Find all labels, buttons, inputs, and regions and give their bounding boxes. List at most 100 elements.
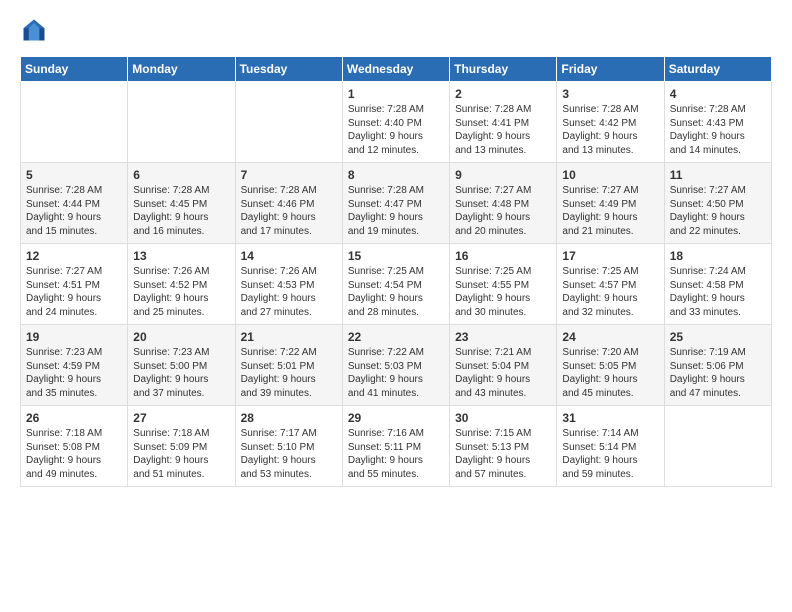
day-cell: 11 Sunrise: 7:27 AM Sunset: 4:50 PM Dayli… <box>664 163 771 244</box>
day-number: 15 <box>348 249 444 263</box>
day-cell <box>235 82 342 163</box>
day-cell: 20Sunrise: 7:23 AM Sunset: 5:00 PM Dayli… <box>128 325 235 406</box>
day-header-thursday: Thursday <box>450 57 557 82</box>
day-number: 27 <box>133 411 229 425</box>
day-cell: 3 Sunrise: 7:28 AM Sunset: 4:42 PM Daylig… <box>557 82 664 163</box>
day-info: Sunrise: 7:23 AM Sunset: 5:00 PM Dayligh… <box>133 346 229 400</box>
day-number: 7 <box>241 168 337 182</box>
logo-icon <box>20 16 48 44</box>
day-number: 23 <box>455 330 551 344</box>
day-cell: 15 Sunrise: 7:25 AM Sunset: 4:54 PM Dayli… <box>342 244 449 325</box>
day-cell: 10 Sunrise: 7:27 AM Sunset: 4:49 PM Dayli… <box>557 163 664 244</box>
day-number: 31 <box>562 411 658 425</box>
day-info: Sunrise: 7:28 AM Sunset: 4:45 PM Dayligh… <box>133 184 229 238</box>
day-cell: 9 Sunrise: 7:27 AM Sunset: 4:48 PM Daylig… <box>450 163 557 244</box>
day-info: Sunrise: 7:25 AM Sunset: 4:55 PM Dayligh… <box>455 265 551 319</box>
day-info: Sunrise: 7:15 AM Sunset: 5:13 PM Dayligh… <box>455 427 551 481</box>
day-info: Sunrise: 7:28 AM Sunset: 4:42 PM Dayligh… <box>562 103 658 157</box>
day-cell: 28 Sunrise: 7:17 AM Sunset: 5:10 PM Dayli… <box>235 406 342 487</box>
day-number: 12 <box>26 249 122 263</box>
week-row-5: 26 Sunrise: 7:18 AM Sunset: 5:08 PM Dayli… <box>21 406 772 487</box>
day-number: 4 <box>670 87 766 101</box>
day-cell: 23 Sunrise: 7:21 AM Sunset: 5:04 PM Dayli… <box>450 325 557 406</box>
day-cell: 18 Sunrise: 7:24 AM Sunset: 4:58 PM Dayli… <box>664 244 771 325</box>
day-number: 26 <box>26 411 122 425</box>
day-number: 30 <box>455 411 551 425</box>
day-info: Sunrise: 7:20 AM Sunset: 5:05 PM Dayligh… <box>562 346 658 400</box>
day-info: Sunrise: 7:25 AM Sunset: 4:54 PM Dayligh… <box>348 265 444 319</box>
week-row-4: 19Sunrise: 7:23 AM Sunset: 4:59 PM Dayli… <box>21 325 772 406</box>
day-cell <box>128 82 235 163</box>
day-number: 18 <box>670 249 766 263</box>
day-cell: 5 Sunrise: 7:28 AM Sunset: 4:44 PM Daylig… <box>21 163 128 244</box>
day-info: Sunrise: 7:26 AM Sunset: 4:52 PM Dayligh… <box>133 265 229 319</box>
day-number: 17 <box>562 249 658 263</box>
day-cell: 31Sunrise: 7:14 AM Sunset: 5:14 PM Dayli… <box>557 406 664 487</box>
day-cell <box>21 82 128 163</box>
day-cell: 22 Sunrise: 7:22 AM Sunset: 5:03 PM Dayli… <box>342 325 449 406</box>
day-cell: 29 Sunrise: 7:16 AM Sunset: 5:11 PM Dayli… <box>342 406 449 487</box>
day-header-wednesday: Wednesday <box>342 57 449 82</box>
day-info: Sunrise: 7:28 AM Sunset: 4:44 PM Dayligh… <box>26 184 122 238</box>
day-cell: 27 Sunrise: 7:18 AM Sunset: 5:09 PM Dayli… <box>128 406 235 487</box>
day-cell: 14 Sunrise: 7:26 AM Sunset: 4:53 PM Dayli… <box>235 244 342 325</box>
day-cell: 16 Sunrise: 7:25 AM Sunset: 4:55 PM Dayli… <box>450 244 557 325</box>
day-info: Sunrise: 7:28 AM Sunset: 4:46 PM Dayligh… <box>241 184 337 238</box>
day-number: 13 <box>133 249 229 263</box>
day-cell: 7 Sunrise: 7:28 AM Sunset: 4:46 PM Daylig… <box>235 163 342 244</box>
day-number: 5 <box>26 168 122 182</box>
day-number: 6 <box>133 168 229 182</box>
day-info: Sunrise: 7:17 AM Sunset: 5:10 PM Dayligh… <box>241 427 337 481</box>
day-info: Sunrise: 7:23 AM Sunset: 4:59 PM Dayligh… <box>26 346 122 400</box>
day-cell: 2Sunrise: 7:28 AM Sunset: 4:41 PM Daylig… <box>450 82 557 163</box>
day-info: Sunrise: 7:21 AM Sunset: 5:04 PM Dayligh… <box>455 346 551 400</box>
day-number: 2 <box>455 87 551 101</box>
day-info: Sunrise: 7:16 AM Sunset: 5:11 PM Dayligh… <box>348 427 444 481</box>
day-cell: 6 Sunrise: 7:28 AM Sunset: 4:45 PM Daylig… <box>128 163 235 244</box>
day-number: 10 <box>562 168 658 182</box>
day-info: Sunrise: 7:26 AM Sunset: 4:53 PM Dayligh… <box>241 265 337 319</box>
day-info: Sunrise: 7:24 AM Sunset: 4:58 PM Dayligh… <box>670 265 766 319</box>
week-row-2: 5 Sunrise: 7:28 AM Sunset: 4:44 PM Daylig… <box>21 163 772 244</box>
logo <box>20 16 52 44</box>
day-number: 29 <box>348 411 444 425</box>
day-header-sunday: Sunday <box>21 57 128 82</box>
day-info: Sunrise: 7:27 AM Sunset: 4:50 PM Dayligh… <box>670 184 766 238</box>
day-cell: 13 Sunrise: 7:26 AM Sunset: 4:52 PM Dayli… <box>128 244 235 325</box>
week-row-1: 1 Sunrise: 7:28 AM Sunset: 4:40 PM Daylig… <box>21 82 772 163</box>
day-number: 9 <box>455 168 551 182</box>
day-cell: 17Sunrise: 7:25 AM Sunset: 4:57 PM Dayli… <box>557 244 664 325</box>
day-info: Sunrise: 7:22 AM Sunset: 5:01 PM Dayligh… <box>241 346 337 400</box>
day-info: Sunrise: 7:19 AM Sunset: 5:06 PM Dayligh… <box>670 346 766 400</box>
day-number: 16 <box>455 249 551 263</box>
day-number: 24 <box>562 330 658 344</box>
day-number: 28 <box>241 411 337 425</box>
week-row-3: 12 Sunrise: 7:27 AM Sunset: 4:51 PM Dayli… <box>21 244 772 325</box>
day-number: 8 <box>348 168 444 182</box>
day-cell: 25 Sunrise: 7:19 AM Sunset: 5:06 PM Dayli… <box>664 325 771 406</box>
day-info: Sunrise: 7:18 AM Sunset: 5:08 PM Dayligh… <box>26 427 122 481</box>
day-info: Sunrise: 7:27 AM Sunset: 4:49 PM Dayligh… <box>562 184 658 238</box>
day-number: 25 <box>670 330 766 344</box>
day-cell <box>664 406 771 487</box>
day-info: Sunrise: 7:18 AM Sunset: 5:09 PM Dayligh… <box>133 427 229 481</box>
day-number: 11 <box>670 168 766 182</box>
day-cell: 26 Sunrise: 7:18 AM Sunset: 5:08 PM Dayli… <box>21 406 128 487</box>
header-row: SundayMondayTuesdayWednesdayThursdayFrid… <box>21 57 772 82</box>
day-info: Sunrise: 7:27 AM Sunset: 4:51 PM Dayligh… <box>26 265 122 319</box>
day-header-monday: Monday <box>128 57 235 82</box>
day-number: 3 <box>562 87 658 101</box>
calendar-table: SundayMondayTuesdayWednesdayThursdayFrid… <box>20 56 772 487</box>
day-cell: 30 Sunrise: 7:15 AM Sunset: 5:13 PM Dayli… <box>450 406 557 487</box>
day-number: 1 <box>348 87 444 101</box>
day-number: 22 <box>348 330 444 344</box>
day-number: 14 <box>241 249 337 263</box>
day-info: Sunrise: 7:28 AM Sunset: 4:40 PM Dayligh… <box>348 103 444 157</box>
day-header-tuesday: Tuesday <box>235 57 342 82</box>
day-cell: 21Sunrise: 7:22 AM Sunset: 5:01 PM Dayli… <box>235 325 342 406</box>
day-info: Sunrise: 7:22 AM Sunset: 5:03 PM Dayligh… <box>348 346 444 400</box>
day-header-saturday: Saturday <box>664 57 771 82</box>
day-info: Sunrise: 7:27 AM Sunset: 4:48 PM Dayligh… <box>455 184 551 238</box>
day-cell: 1 Sunrise: 7:28 AM Sunset: 4:40 PM Daylig… <box>342 82 449 163</box>
day-cell: 19Sunrise: 7:23 AM Sunset: 4:59 PM Dayli… <box>21 325 128 406</box>
